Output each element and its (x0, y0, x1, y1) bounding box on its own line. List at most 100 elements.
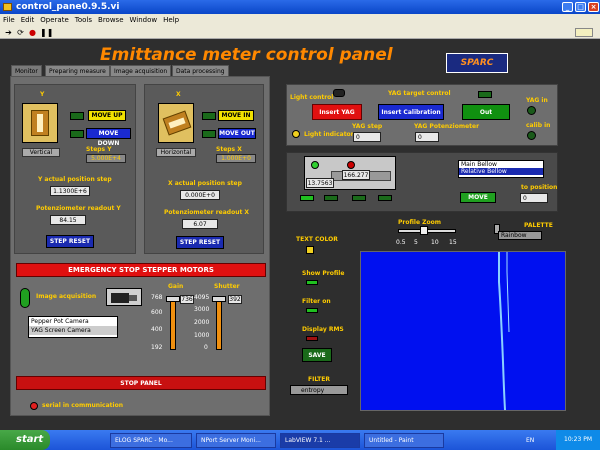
out-button[interactable]: Out (462, 104, 510, 120)
shutter-slider-handle[interactable] (212, 296, 226, 302)
menu-help[interactable]: Help (160, 14, 182, 26)
emergency-stop-button[interactable]: EMERGENCY STOP STEPPER MOTORS (16, 263, 266, 277)
pause-icon[interactable]: ❚❚ (40, 28, 53, 37)
move-down-button[interactable]: MOVE DOWN (86, 128, 131, 147)
yag-control-title: YAG target control (388, 90, 451, 97)
x-step-reset-button[interactable]: STEP RESET (176, 236, 224, 249)
yag-pot-label: YAG Potenziometer (414, 123, 480, 130)
bellow-led-1 (300, 195, 314, 201)
show-profile-toggle[interactable] (306, 280, 318, 285)
vertical-slit-icon (22, 103, 58, 143)
profile-zoom-label: Profile Zoom (398, 219, 441, 226)
tab-preparing-measure[interactable]: Preparing measure (45, 65, 110, 76)
y-orientation-indicator: Vertical (22, 148, 60, 157)
minimize-button[interactable]: _ (562, 2, 573, 12)
light-control-label: Light control (290, 94, 334, 101)
steps-x-input[interactable]: 1.000E+0 (216, 154, 256, 163)
window-title: control_pane0.9.5.vi (16, 2, 120, 12)
shutter-slider[interactable] (216, 296, 222, 350)
gain-slider[interactable] (170, 296, 176, 350)
gain-slider-handle[interactable] (166, 296, 180, 302)
menu-browse[interactable]: Browse (95, 14, 127, 26)
image-acquisition-label: Image acquisition (36, 293, 97, 300)
to-position-input[interactable]: 0 (520, 193, 548, 203)
filter-label: FILTER (308, 376, 330, 383)
image-acquisition-toggle[interactable] (20, 288, 30, 308)
maximize-button[interactable]: □ (575, 2, 586, 12)
camera-option-pepper-pot[interactable]: Pepper Pot Camera (29, 317, 117, 326)
display-rms-toggle[interactable] (306, 336, 318, 341)
save-button[interactable]: SAVE (302, 348, 332, 362)
bellow-select-list[interactable]: Main Bellow Relative Bellow (458, 160, 544, 178)
shutter-tick-4095: 4095 (194, 294, 210, 301)
task-paint[interactable]: Untitled - Paint (364, 433, 444, 448)
gain-value[interactable]: 736 (180, 295, 194, 304)
y-label: Y (40, 91, 45, 98)
task-elog[interactable]: ELOG SPARC - Mo... (110, 433, 192, 448)
light-control-switch[interactable] (333, 89, 345, 97)
menu-bar: File Edit Operate Tools Browse Window Help (0, 14, 600, 26)
start-label: start (16, 434, 44, 445)
task-labview[interactable]: LabVIEW 7.1 ... (280, 433, 360, 448)
move-in-button[interactable]: MOVE IN (218, 110, 254, 121)
stop-panel-button[interactable]: STOP PANEL (16, 376, 266, 390)
menu-window[interactable]: Window (127, 14, 161, 26)
camera-list[interactable]: Pepper Pot Camera YAG Screen Camera (28, 316, 118, 338)
yag-in-led (527, 106, 536, 115)
run-continuous-icon[interactable]: ⟳ (16, 28, 25, 37)
bellow-readout-2: 166.277 (342, 170, 370, 180)
steps-x-label: Steps X (216, 146, 242, 153)
filter-on-toggle[interactable] (306, 308, 318, 313)
tab-data-processing[interactable]: Data processing (172, 65, 229, 76)
tab-image-acquisition[interactable]: Image acquisition (110, 65, 172, 76)
pot-readout-x-label: Potenziometer readout X (164, 209, 250, 216)
x-actual-position-label: X actual position step (168, 180, 242, 187)
shutter-value[interactable]: 392 (228, 295, 242, 304)
menu-operate[interactable]: Operate (37, 14, 71, 26)
language-indicator[interactable]: EN (526, 437, 534, 444)
beam-trace-secondary (506, 252, 510, 333)
panel-title: Emittance meter control panel (100, 45, 393, 65)
gain-tick-400: 400 (151, 326, 163, 333)
beam-image-plot[interactable] (360, 251, 566, 411)
y-actual-position-display: 1.1300E+6 (50, 186, 90, 196)
menu-edit[interactable]: Edit (18, 14, 38, 26)
run-arrow-icon[interactable]: ➔ (4, 28, 13, 37)
move-up-button[interactable]: MOVE UP (88, 110, 126, 121)
bellow-led-4 (378, 195, 392, 201)
move-out-button[interactable]: MOVE OUT (218, 128, 256, 139)
toolbar: ➔ ⟳ ● ❚❚ (0, 26, 600, 39)
profile-zoom-handle[interactable] (420, 226, 428, 235)
move-button[interactable]: MOVE (460, 192, 496, 203)
beam-profile-svg (498, 252, 510, 411)
menu-tools[interactable]: Tools (72, 14, 95, 26)
calib-in-label: calib in (526, 122, 551, 129)
task-nport[interactable]: NPort Server Moni... (196, 433, 276, 448)
shutter-label: Shutter (214, 283, 240, 290)
move-out-led (202, 130, 216, 138)
start-button[interactable]: start (0, 430, 50, 450)
abort-icon[interactable]: ● (28, 28, 37, 37)
palette-select[interactable]: Rainbow (498, 231, 542, 240)
pot-readout-y-label: Potenziometer readout Y (36, 205, 121, 212)
insert-calibration-button[interactable]: Insert Calibration (378, 104, 444, 120)
text-color-swatch[interactable] (306, 246, 314, 254)
insert-yag-button[interactable]: Insert YAG (312, 104, 362, 120)
filter-select[interactable]: entropy (290, 385, 348, 395)
bellow-option-relative[interactable]: Relative Bellow (459, 168, 543, 175)
camera-option-yag-screen[interactable]: YAG Screen Camera (29, 326, 117, 335)
x-orientation-indicator: Horizontal (156, 148, 196, 157)
close-button[interactable]: × (588, 2, 599, 12)
y-step-reset-button[interactable]: STEP RESET (46, 235, 94, 248)
shutter-tick-3000: 3000 (194, 306, 210, 313)
steps-y-input[interactable]: 5.000E+4 (86, 154, 126, 163)
menu-file[interactable]: File (0, 14, 18, 26)
move-in-led (202, 112, 216, 120)
beam-trace-main (498, 252, 506, 411)
bellow-option-main[interactable]: Main Bellow (459, 161, 543, 168)
tab-monitor[interactable]: Monitor (11, 65, 42, 76)
shutter-tick-1000: 1000 (194, 332, 210, 339)
shutter-tick-0: 0 (204, 344, 208, 351)
camera-icon (106, 288, 142, 306)
pot-readout-y-display: 84.15 (50, 215, 86, 225)
